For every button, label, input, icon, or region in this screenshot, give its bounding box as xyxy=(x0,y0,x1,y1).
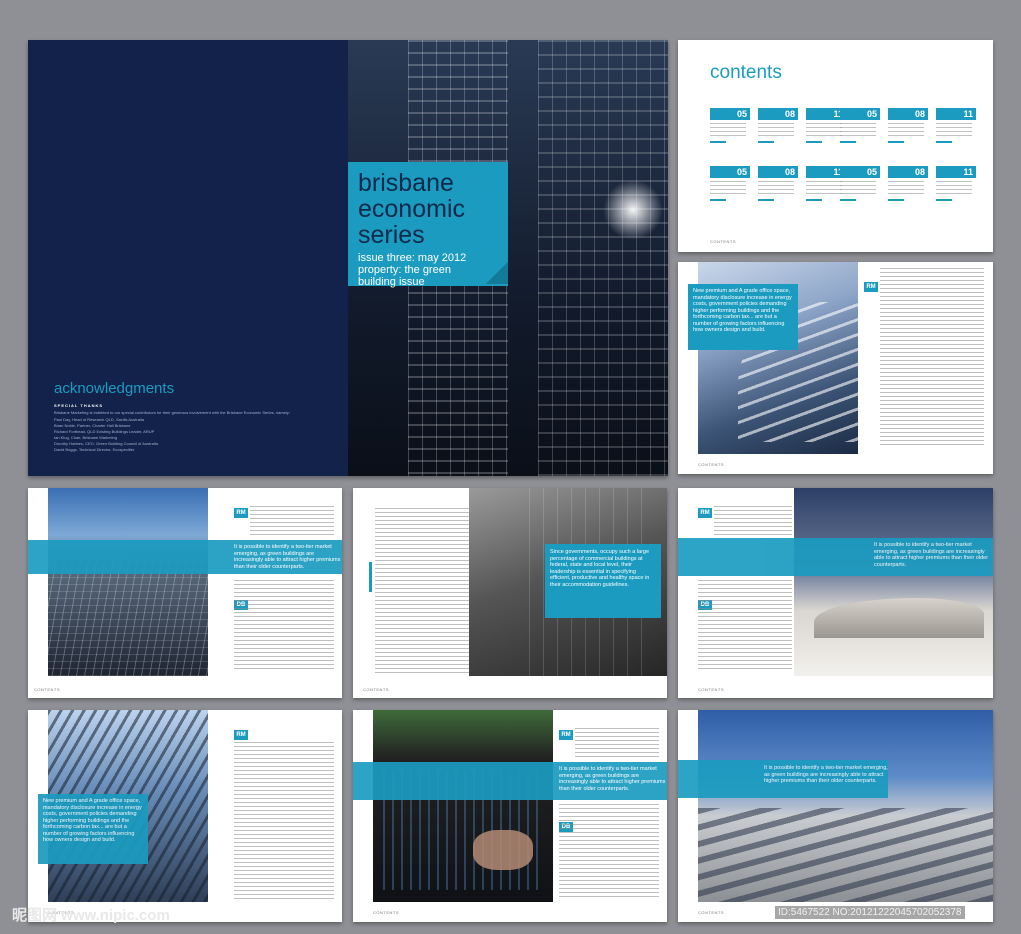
cover-spread: brisbane economic series issue three: ma… xyxy=(28,40,668,476)
special-thanks-label: SPECIAL THANKS xyxy=(54,403,104,408)
page-footer: CONTENTS xyxy=(698,910,724,915)
contents-entry-link[interactable] xyxy=(888,141,904,143)
cover-subtitle: issue three: may 2012 property: the gree… xyxy=(358,252,467,288)
balcony-quote: New premium and A grade office space, ma… xyxy=(688,284,798,350)
contents-number-tab[interactable]: 08 xyxy=(888,108,928,120)
contents-entry-link[interactable] xyxy=(806,199,822,201)
contents-number-tab[interactable]: 11 xyxy=(936,108,976,120)
ack-name: David Boggs, Technical Director, Ecospec… xyxy=(54,447,135,452)
quote-text: New premium and A grade office space, ma… xyxy=(693,288,792,333)
ack-heading: acknowledgments xyxy=(54,380,175,397)
quote-text: It is possible to identify a two-tier ma… xyxy=(234,544,341,570)
contents-number-tab[interactable]: 08 xyxy=(758,166,798,178)
architecture-quote: New premium and A grade office space, ma… xyxy=(38,794,148,864)
spread-solar-field: It is possible to identify a two-tier ma… xyxy=(678,710,993,922)
contents-entry-text xyxy=(840,123,876,137)
contents-entry-link[interactable] xyxy=(888,199,904,201)
quote-text: It is possible to identify a two-tier ma… xyxy=(764,765,888,784)
contents-entry-text xyxy=(758,123,794,137)
contents-entry-link[interactable] xyxy=(840,141,856,143)
ack-list: Paul Day, Head of Research QLD, Savills … xyxy=(54,417,314,453)
contents-entry-link[interactable] xyxy=(758,199,774,201)
contents-entry-text xyxy=(888,123,924,137)
contents-footer: CONTENTS xyxy=(710,239,736,244)
contents-entry-link[interactable] xyxy=(758,141,774,143)
contents-entry-text xyxy=(936,123,972,137)
cover-fold-corner xyxy=(486,262,508,284)
skyscraper-quote: Since governments, occupy such a large p… xyxy=(545,544,661,618)
spread-page-balcony: New premium and A grade office space, ma… xyxy=(678,262,993,474)
page-footer: CONTENTS xyxy=(363,687,389,692)
contents-entry-text xyxy=(888,181,924,195)
rm-tag: RM xyxy=(698,508,712,518)
contents-number-tab[interactable]: 05 xyxy=(840,166,880,178)
contents-number-tab[interactable]: 11 xyxy=(936,166,976,178)
watermark-right: ID:5467522 NO:20121222045702052378 xyxy=(775,906,965,919)
page-footer: CONTENTS xyxy=(698,687,724,692)
contents-entry-text xyxy=(758,181,794,195)
quote-text: It is possible to identify a two-tier ma… xyxy=(559,766,666,792)
solar-photo xyxy=(48,488,208,676)
solar-field-quote-band: It is possible to identify a two-tier ma… xyxy=(678,760,888,798)
quote-text: New premium and A grade office space, ma… xyxy=(43,798,142,843)
contents-entry-text xyxy=(806,123,842,137)
contents-number-tab[interactable]: 05 xyxy=(710,108,750,120)
solar-field-photo xyxy=(698,710,993,902)
contents-number-tab[interactable]: 08 xyxy=(758,108,798,120)
spread-mixing-desk: It is possible to identify a two-tier ma… xyxy=(353,710,667,922)
rm-tag: RM xyxy=(559,730,573,740)
mixing-desk-photo xyxy=(373,710,553,902)
contents-page: contents 05 08 11 05 08 11 05 08 11 05 08 11 CONTEN… xyxy=(678,40,993,252)
contents-number-tab[interactable]: 05 xyxy=(710,166,750,178)
contents-entry-link[interactable] xyxy=(710,199,726,201)
rm-tag: RM xyxy=(234,508,248,518)
spread-solar: It is possible to identify a two-tier ma… xyxy=(28,488,342,698)
contents-entry-text xyxy=(936,181,972,195)
mixing-quote-band: It is possible to identify a two-tier ma… xyxy=(353,762,667,800)
page-footer: CONTENTS xyxy=(698,462,724,467)
contents-entry-link[interactable] xyxy=(840,199,856,201)
quote-text: Since governments, occupy such a large p… xyxy=(550,549,650,588)
contents-number-tab[interactable]: 05 xyxy=(840,108,880,120)
contents-number-tab[interactable]: 08 xyxy=(888,166,928,178)
contents-entry-text xyxy=(840,181,876,195)
solar-quote-band: It is possible to identify a two-tier ma… xyxy=(28,540,342,574)
page-footer: CONTENTS xyxy=(373,910,399,915)
curved-quote-band: It is possible to identify a two-tier ma… xyxy=(678,538,993,576)
text-column xyxy=(880,268,984,446)
contents-entry-text xyxy=(806,181,842,195)
rm-tag: RM xyxy=(864,282,878,292)
contents-entry-text xyxy=(710,181,746,195)
contents-heading: contents xyxy=(710,62,782,83)
contents-entry-text xyxy=(710,123,746,137)
rm-tag: RM xyxy=(234,730,248,740)
spread-architecture: New premium and A grade office space, ma… xyxy=(28,710,342,922)
watermark-left: 昵图网 www.nipic.com xyxy=(12,907,170,924)
contents-entry-link[interactable] xyxy=(936,141,952,143)
spread-skyscraper: Since governments, occupy such a large p… xyxy=(353,488,667,698)
curved-building-photo xyxy=(794,488,993,676)
cover-title: brisbane economic series xyxy=(358,169,465,249)
contents-entry-link[interactable] xyxy=(936,199,952,201)
quote-text: It is possible to identify a two-tier ma… xyxy=(874,542,989,568)
contents-entry-link[interactable] xyxy=(806,141,822,143)
cover-title-block: brisbane economic series issue three: ma… xyxy=(348,162,508,288)
contents-entry-link[interactable] xyxy=(710,141,726,143)
ack-intro: Brisbane Marketing is indebted to our sp… xyxy=(54,410,290,415)
page-footer: CONTENTS xyxy=(34,687,60,692)
spread-curved: RM It is possible to identify a two-tier… xyxy=(678,488,993,698)
